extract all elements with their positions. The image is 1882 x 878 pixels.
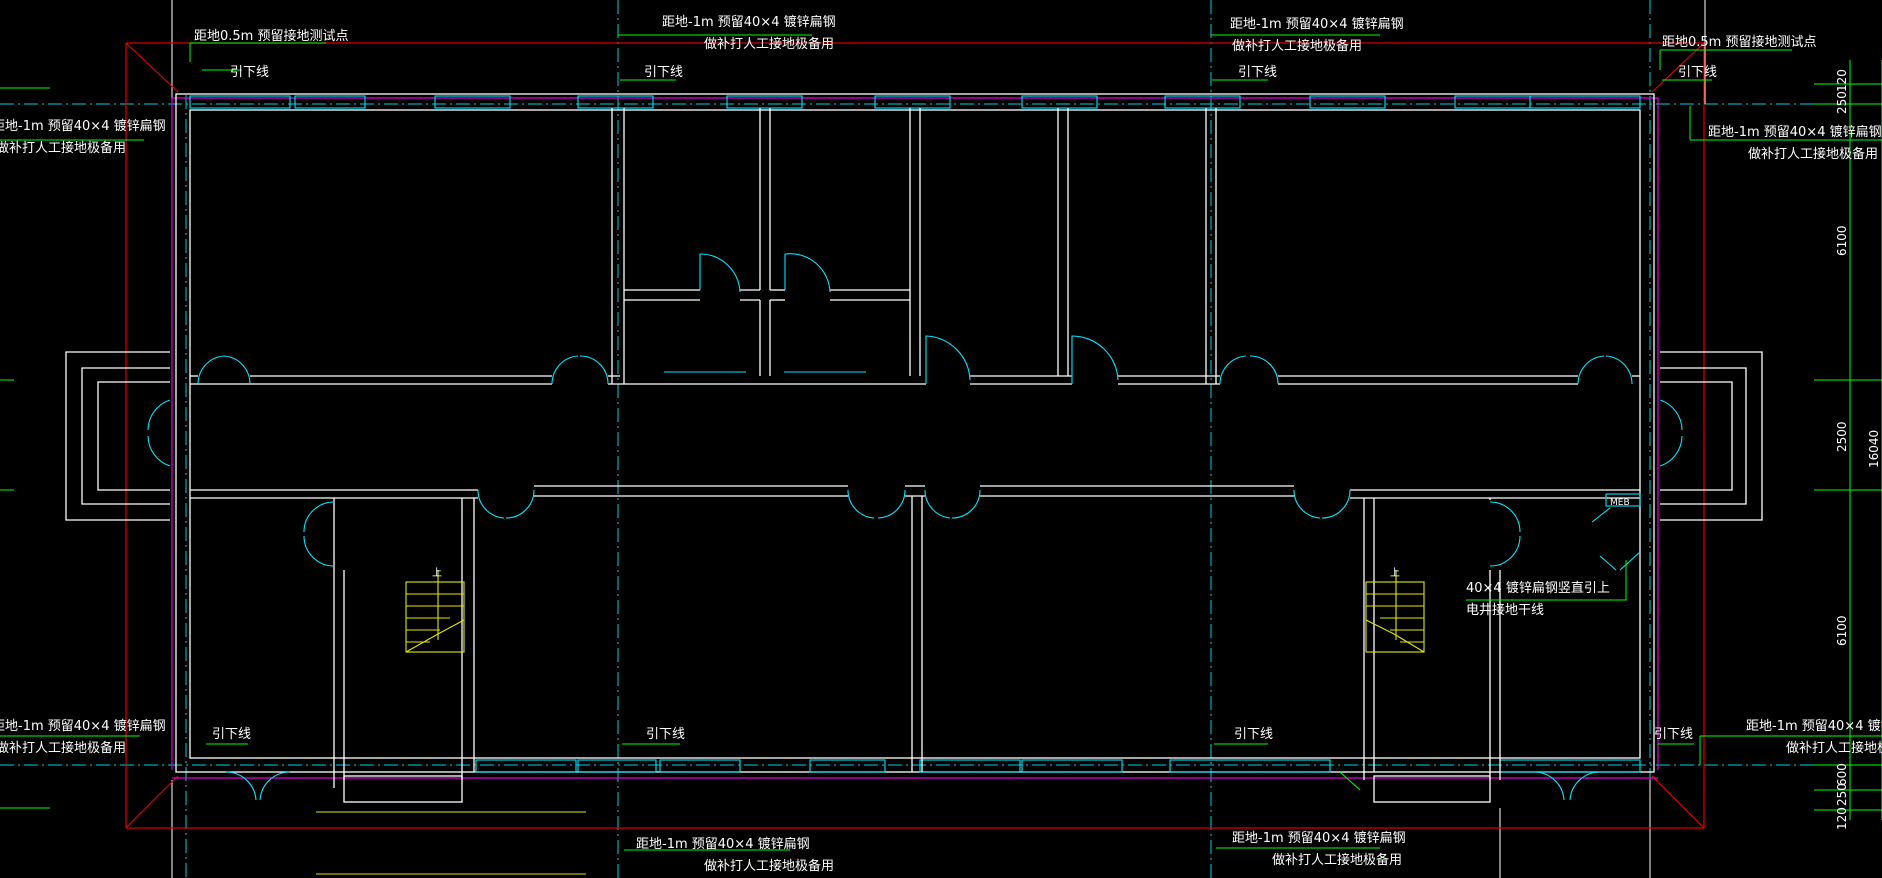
dim-250-top: 250 [1835,91,1849,114]
note-right-top-sub: 做补打人工接地极备用 [1748,146,1878,162]
downlead-label-2: 引下线 [644,65,683,80]
annotations: 距地0.5m 预留接地测试点 距地0.5m 预留接地测试点 距地-1m 预留40… [0,14,1882,874]
dim-120-bottom: 120 [1835,807,1849,830]
grounding-ring-rect [125,42,1705,829]
frame-lines [171,0,1706,878]
downlead-label-1: 引下线 [230,65,269,80]
note-right-bottom-sub: 做补打人工接地极备用 [1786,740,1882,756]
note-right-top: 距地-1m 预留40×4 镀锌扁钢 [1708,124,1882,140]
note-meb-riser: 40×4 镀锌扁钢竖直引上 [1466,580,1610,596]
right-vestibule [1660,351,1763,521]
cad-drawing-canvas[interactable]: 距地0.5m 预留接地测试点 距地0.5m 预留接地测试点 距地-1m 预留40… [0,0,1882,878]
stair-up-left: 上 [432,567,442,579]
leader-lines [0,34,1882,851]
doors [147,253,1683,801]
left-vestibule [65,351,170,521]
magenta-conductor [171,97,1659,779]
dim-6100-bottom: 6100 [1835,615,1849,646]
stair-right [1365,570,1425,653]
dim-total-16040: 16040 [1867,430,1881,468]
axis-lines [0,0,1882,878]
grounding-ring [125,42,1705,829]
stair-up-right: 上 [1390,567,1400,579]
note-bottom-mid-2-sub: 做补打人工接地极备用 [1272,852,1402,868]
note-left-top: 距地-1m 预留40×4 镀锌扁钢 [0,118,166,134]
downlead-label-4: 引下线 [1678,65,1717,80]
note-test-point-left: 距地0.5m 预留接地测试点 [194,28,348,44]
note-left-bottom: 距地-1m 预留40×4 镀锌扁钢 [0,718,166,734]
note-top-mid-2: 距地-1m 预留40×4 镀锌扁钢 [1230,16,1404,32]
windows-bottom [475,759,1641,773]
downlead-label-7: 引下线 [1234,727,1273,742]
dim-600: 600 [1835,763,1849,786]
note-left-top-sub: 做补打人工接地极备用 [0,140,126,156]
downlead-label-6: 引下线 [646,727,685,742]
note-top-mid-2-sub: 做补打人工接地极备用 [1232,38,1362,54]
note-top-mid-1: 距地-1m 预留40×4 镀锌扁钢 [662,14,836,30]
dim-6100-top: 6100 [1835,225,1849,256]
note-top-mid-1-sub: 做补打人工接地极备用 [704,36,834,52]
note-right-bottom: 距地-1m 预留40×4 镀锌扁钢 [1746,718,1882,734]
stair-left [405,570,465,653]
note-meb-riser-sub: 电井接地干线 [1466,602,1544,618]
interior-walls [190,108,1640,803]
note-bottom-mid-1: 距地-1m 预留40×4 镀锌扁钢 [636,836,810,852]
note-left-bottom-sub: 做补打人工接地极备用 [0,740,126,756]
meb-label: MEB [1610,498,1630,508]
downlead-label-3: 引下线 [1238,65,1277,80]
axis-ticks [0,87,50,809]
dim-2500: 2500 [1835,421,1849,452]
bottom-strip [316,811,586,875]
note-bottom-mid-1-sub: 做补打人工接地极备用 [704,858,834,874]
exterior-walls [175,93,1655,773]
note-test-point-right: 距地0.5m 预留接地测试点 [1662,34,1816,50]
downlead-label-5: 引下线 [212,727,251,742]
dim-120-top: 120 [1835,69,1849,92]
note-bottom-mid-2: 距地-1m 预留40×4 镀锌扁钢 [1232,830,1406,846]
downlead-label-8: 引下线 [1654,727,1693,742]
